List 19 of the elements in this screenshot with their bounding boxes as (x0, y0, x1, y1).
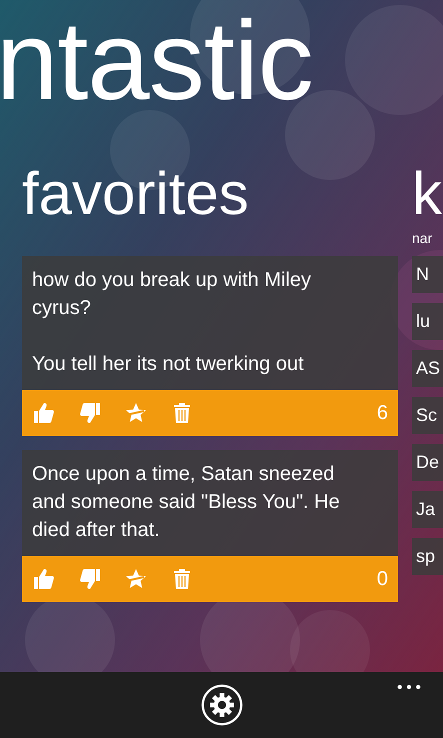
section-header[interactable]: favorites (22, 156, 249, 236)
score: 0 (376, 568, 388, 590)
list-item[interactable]: Ja (412, 491, 443, 528)
more-icon[interactable] (397, 684, 421, 690)
app-title: ntastic (0, 0, 313, 125)
thumbs-up-icon[interactable] (32, 401, 56, 425)
joke-text: how do you break up with Miley cyrus? You tell her its not twerking out (22, 256, 398, 390)
list-item[interactable]: De (412, 444, 443, 481)
list-item[interactable]: sp (412, 538, 443, 575)
thumbs-up-icon[interactable] (32, 567, 56, 591)
list-item[interactable]: N (412, 256, 443, 293)
score: 6 (376, 402, 388, 424)
list-item[interactable]: Sc (412, 397, 443, 434)
thumbs-down-icon[interactable] (78, 401, 102, 425)
settings-icon[interactable] (200, 683, 244, 727)
thumbs-down-icon[interactable] (78, 567, 102, 591)
list-item[interactable]: lu (412, 303, 443, 340)
joke-text: Once upon a time, Satan sneezed and someone said "Bless You". He died after that. (22, 450, 398, 556)
list-item[interactable]: AS (412, 350, 443, 387)
